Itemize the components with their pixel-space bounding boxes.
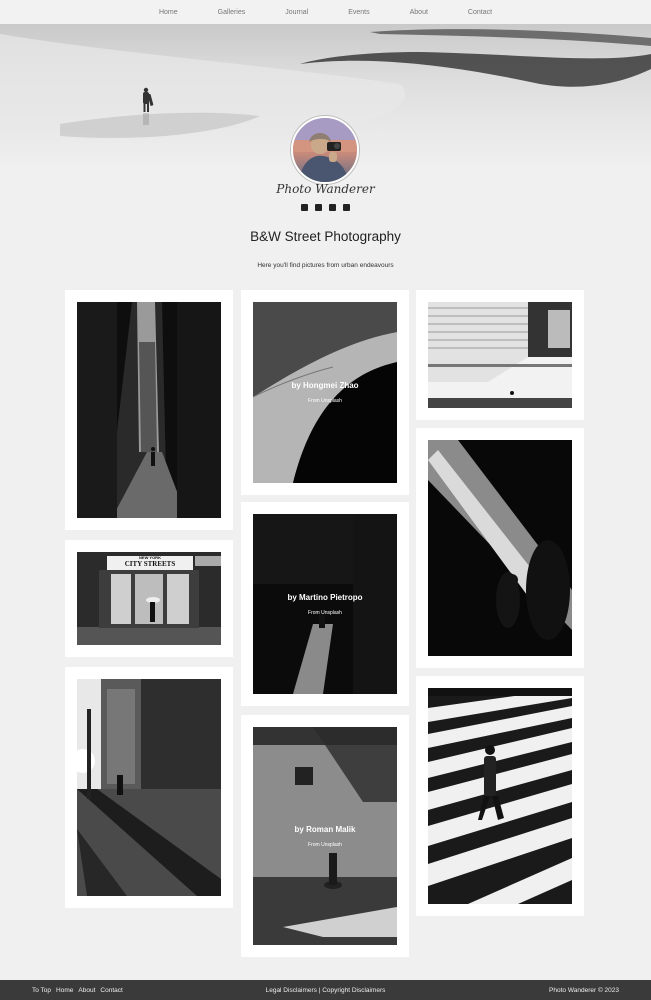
photo-alley [77, 302, 221, 518]
nav-home[interactable]: Home [159, 9, 178, 16]
photo-woman-wall: by Roman Malik From Unsplash [253, 727, 397, 945]
gallery-card[interactable]: by Martino Pietropo From Unsplash [241, 502, 409, 706]
gallery-card[interactable]: by Hongmei Zhao From Unsplash [241, 290, 409, 495]
avatar [291, 116, 359, 184]
gallery-card[interactable]: NEW YORK CITY STREETS [65, 540, 233, 657]
gallery-card[interactable] [65, 667, 233, 908]
signature-logo: Photo Wanderer [276, 182, 375, 196]
photo-cyclist-building [428, 302, 572, 408]
nav-journal[interactable]: Journal [285, 9, 308, 16]
photo-credit: by Martino Pietropo [287, 592, 363, 602]
photo-source: From Unsplash [308, 841, 342, 848]
photo-city-streets: NEW YORK CITY STREETS [77, 552, 221, 645]
instagram-icon[interactable] [315, 204, 322, 211]
photo-credit: by Hongmei Zhao [291, 381, 359, 390]
photo-overlay: by Martino Pietropo From Unsplash [253, 514, 397, 694]
sign-text: CITY STREETS [124, 560, 176, 568]
gallery-card[interactable]: by Roman Malik From Unsplash [241, 715, 409, 957]
photo-dark-alley: by Martino Pietropo From Unsplash [253, 514, 397, 694]
facebook-icon[interactable] [301, 204, 308, 211]
gallery-card[interactable] [416, 290, 584, 420]
gallery-card[interactable] [65, 290, 233, 530]
avatar-photo [293, 118, 357, 182]
photo-curved-building: by Hongmei Zhao From Unsplash [253, 302, 397, 483]
social-links [0, 204, 651, 211]
photo-source: From Unsplash [308, 609, 342, 616]
youtube-icon[interactable] [329, 204, 336, 211]
nav-events[interactable]: Events [348, 9, 369, 16]
photo-source: From Unsplash [308, 398, 342, 404]
photo-overlay: by Hongmei Zhao From Unsplash [253, 302, 397, 483]
photo-overlay: by Roman Malik From Unsplash [253, 727, 397, 945]
flickr-icon[interactable] [343, 204, 350, 211]
top-nav: Home Galleries Journal Events About Cont… [0, 0, 651, 24]
footer-copyright: Photo Wanderer © 2023 [549, 986, 619, 994]
photo-light-beam [428, 440, 572, 656]
gallery-card[interactable] [416, 428, 584, 668]
gallery-card[interactable] [416, 676, 584, 916]
page-subtitle: Here you'll find pictures from urban end… [257, 262, 394, 269]
nav-contact[interactable]: Contact [468, 9, 492, 16]
photo-credit: by Roman Malik [294, 824, 356, 834]
page-title: B&W Street Photography [250, 229, 401, 244]
footer: To Top Home About Contact Legal Disclaim… [0, 980, 651, 1000]
nav-galleries[interactable]: Galleries [218, 9, 246, 16]
nav-about[interactable]: About [410, 9, 428, 16]
photo-sunset-street [77, 679, 221, 896]
photo-crosswalk [428, 688, 572, 904]
